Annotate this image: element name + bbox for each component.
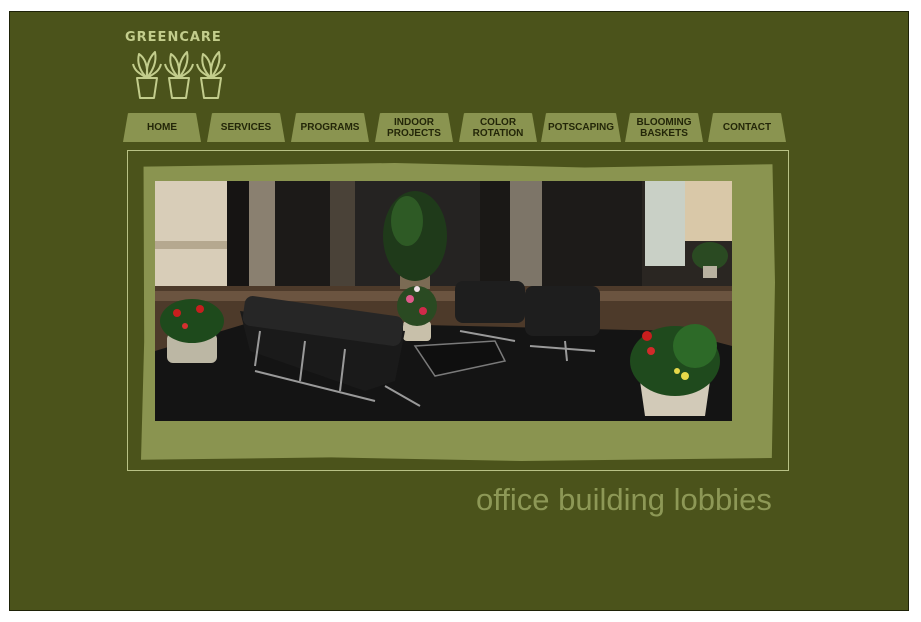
three-potted-plants-icon [132,51,226,99]
tab-indoor-projects[interactable]: INDOOR PROJECTS [375,113,453,142]
tab-programs[interactable]: PROGRAMS [291,113,369,142]
tab-home[interactable]: HOME [123,113,201,142]
logo-brand-text: GREENCARE [125,30,222,45]
tab-blooming-baskets[interactable]: BLOOMING BASKETS [625,113,703,142]
tab-services[interactable]: SERVICES [207,113,285,142]
page-frame: GREENCARE HOME SERVICES PROGRAMS INDOOR … [9,11,909,611]
tab-contact[interactable]: CONTACT [708,113,786,142]
content-box [127,150,789,471]
page-caption: office building lobbies [476,482,772,517]
lobby-photo [155,181,732,421]
logo[interactable]: GREENCARE [125,30,245,102]
tab-color-rotation[interactable]: COLOR ROTATION [459,113,537,142]
tab-potscaping[interactable]: POTSCAPING [541,113,621,142]
